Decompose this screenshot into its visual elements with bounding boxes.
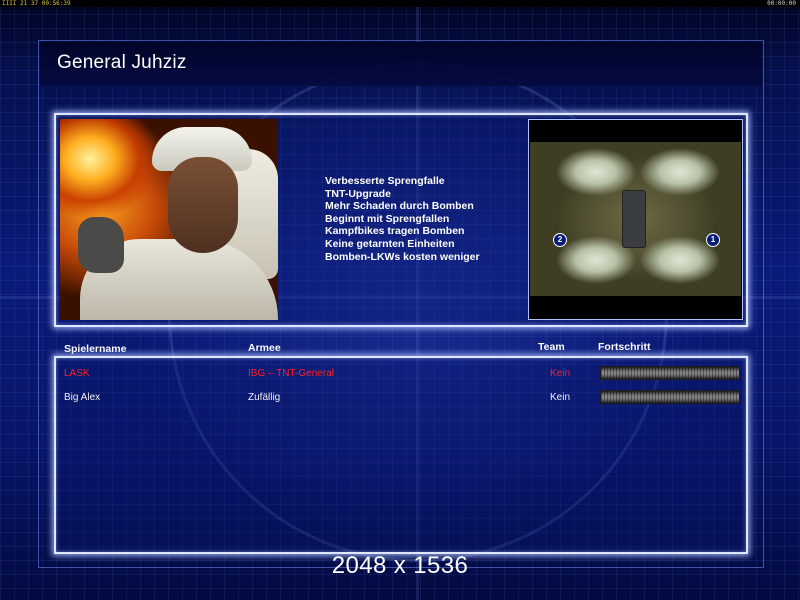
status-strip-left: IIII 21 37 00:56:39 [2, 0, 71, 7]
map-preview: 2 1 [528, 119, 743, 320]
player-army: Zufällig [248, 392, 281, 403]
player-name: LASK [64, 368, 90, 379]
feature-item: Verbesserte Sprengfalle [325, 175, 445, 187]
feature-item: Keine getarnten Einheiten [325, 237, 455, 250]
portrait-face [168, 157, 238, 253]
player-name: Big Alex [64, 392, 101, 403]
general-portrait [60, 119, 278, 320]
resolution-overlay: 2048 x 1536 [331, 552, 469, 579]
feature-item: Mehr Schaden durch Bomben [325, 200, 474, 213]
status-strip-right: 00:00:00 [767, 0, 796, 7]
player-team: Kein [550, 368, 571, 379]
map-center-base [622, 190, 646, 248]
feature-item: Beginnt mit Sprengfallen [325, 212, 450, 225]
loading-progress-bar [600, 390, 740, 404]
column-header-team: Team [538, 341, 565, 353]
player-army: IBG – TNT-General [248, 368, 334, 379]
column-header-army: Armee [248, 342, 281, 354]
loading-progress-bar [600, 366, 740, 380]
status-strip: IIII 21 37 00:56:39 00:00:00 [0, 0, 800, 7]
feature-item: Kampfbikes tragen Bomben [325, 225, 465, 238]
feature-item: TNT-Upgrade [325, 187, 391, 200]
portrait-fist [78, 217, 124, 273]
page-title: General Juhziz [57, 52, 187, 73]
column-header-progress: Fortschritt [598, 341, 651, 353]
player-row: LASK IBG – TNT-General Kein [56, 366, 746, 384]
player-team: Kein [550, 392, 571, 403]
general-features-list: Verbesserte Sprengfalle TNT-Upgrade Mehr… [325, 175, 515, 263]
feature-item: Bomben-LKWs kosten weniger [325, 250, 480, 263]
start-position-marker: 1 [706, 233, 720, 247]
loading-screen: IIII 21 37 00:56:39 00:00:00 General Juh… [0, 0, 800, 600]
players-panel [54, 356, 748, 554]
start-position-marker: 2 [553, 233, 567, 247]
map-terrain: 2 1 [530, 142, 741, 296]
player-row: Big Alex Zufällig Kein [56, 390, 746, 408]
column-header-player-name: Spielername [64, 343, 127, 355]
